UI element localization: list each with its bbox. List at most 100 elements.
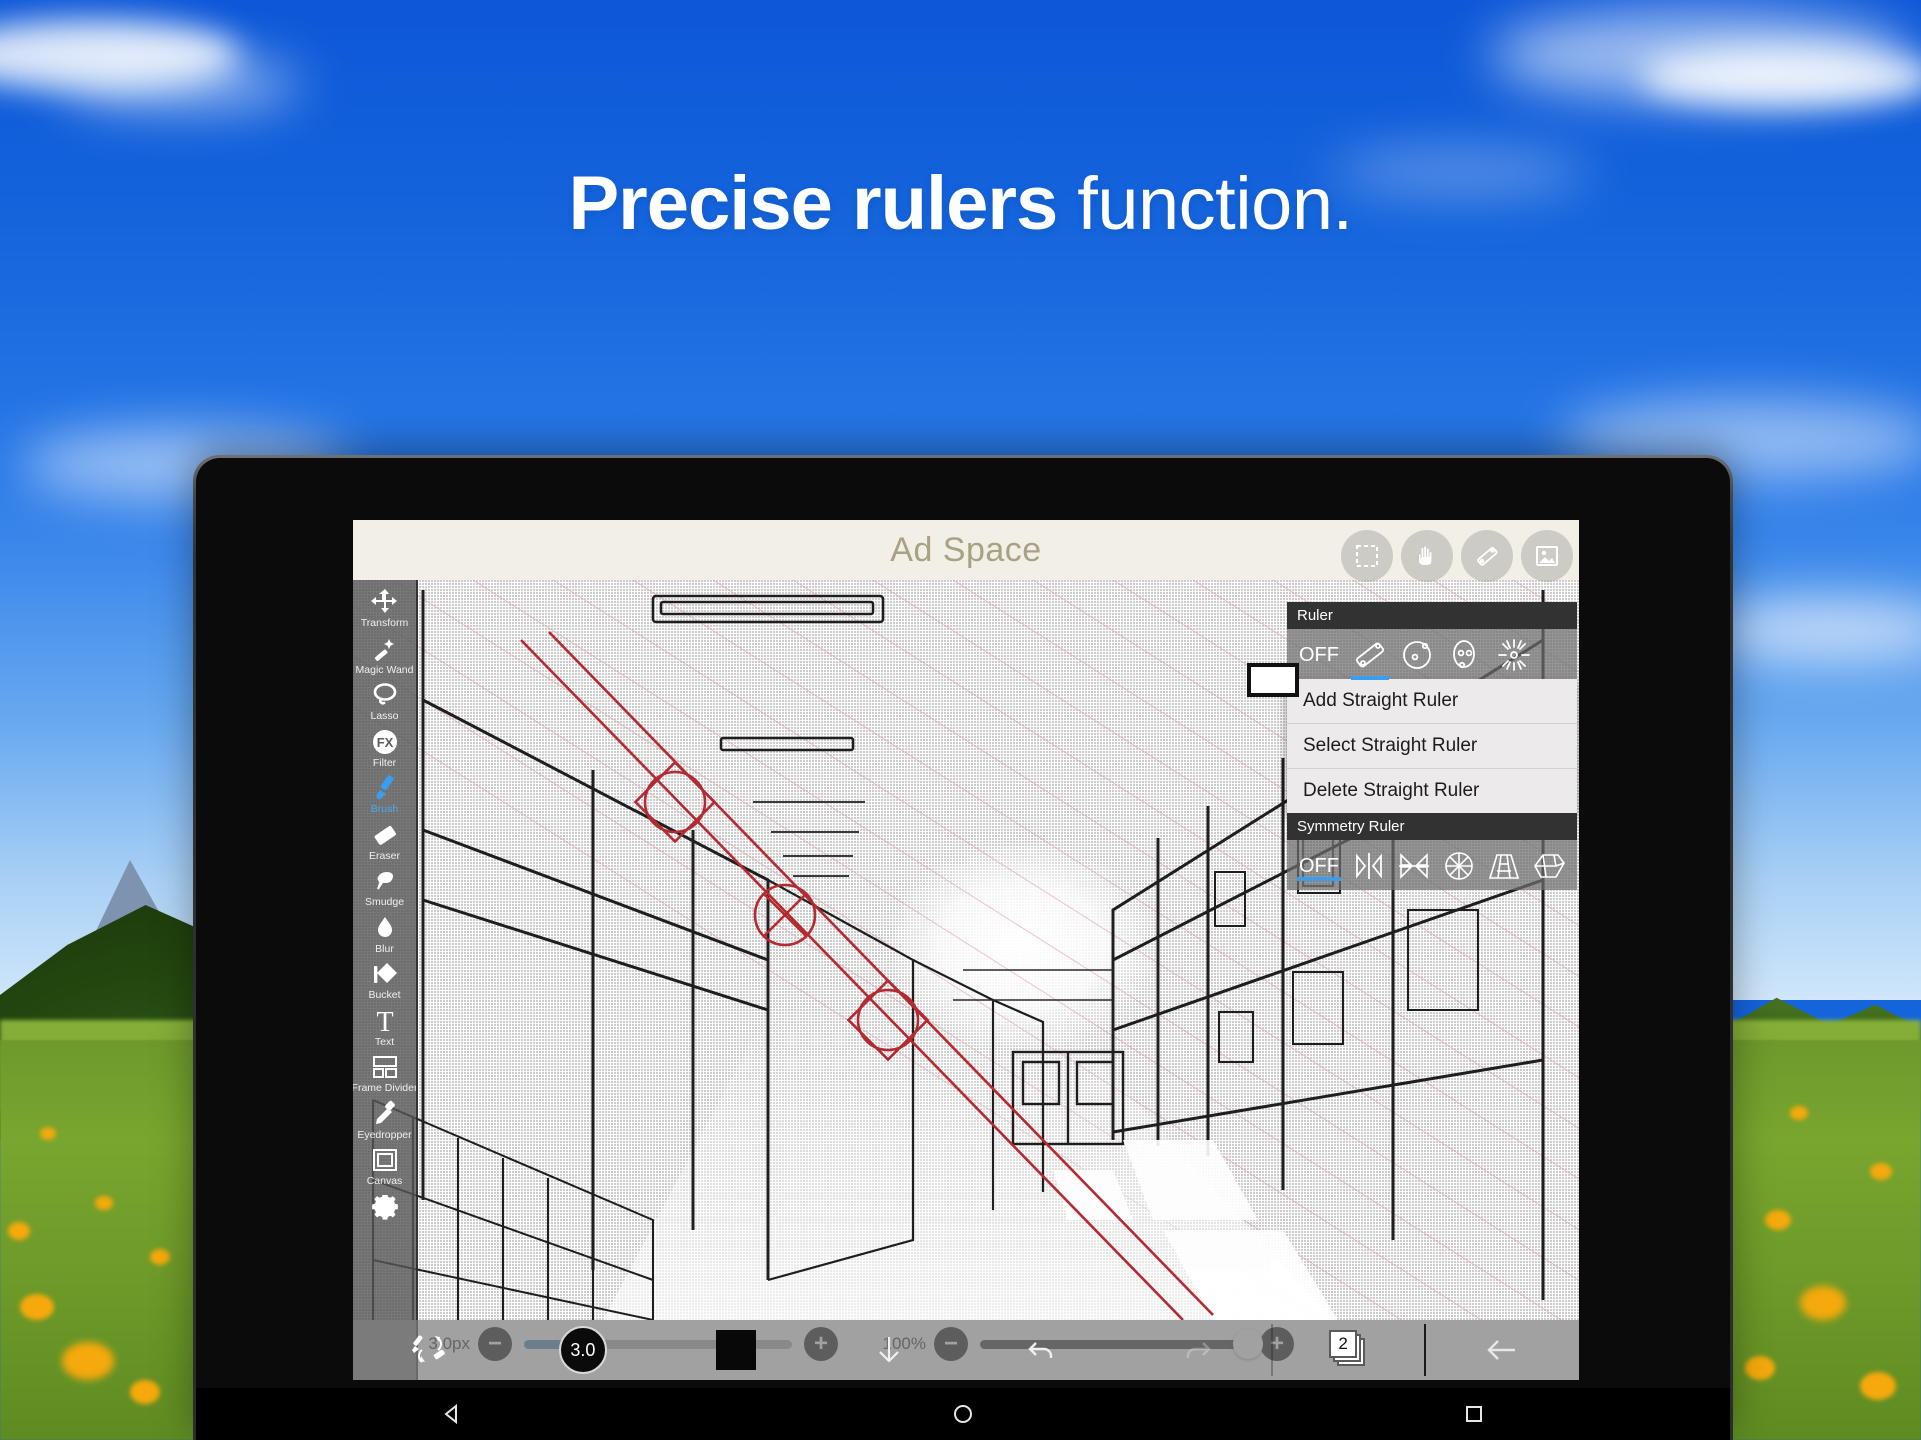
menu-item-select-straight-ruler[interactable]: Select Straight Ruler [1287, 724, 1577, 769]
sidebar-item-eraser[interactable]: Eraser [353, 818, 416, 865]
device-screen: Ad Space Transform Magic Wand Lasso FX F… [353, 520, 1579, 1380]
sidebar-item-label: Filter [372, 756, 397, 769]
flower [20, 1294, 54, 1320]
flower [8, 1222, 30, 1240]
layers-button[interactable]: 2 [1273, 1320, 1427, 1380]
sidebar-item-label: Bucket [368, 989, 401, 1001]
back-button[interactable] [1426, 1320, 1579, 1380]
sidebar-item-lasso[interactable]: Lasso [353, 678, 416, 725]
droplet-icon [370, 913, 400, 943]
paint-bucket-icon [370, 959, 400, 989]
ad-label: Ad Space [890, 530, 1042, 569]
selection-icon[interactable] [1341, 530, 1393, 582]
brush-eraser-swap-button[interactable] [353, 1320, 506, 1380]
image-icon[interactable] [1521, 530, 1573, 582]
eraser-icon [370, 820, 400, 850]
sidebar-item-label: Frame Divider [353, 1082, 418, 1094]
move-arrows-icon [370, 587, 400, 617]
ruler-panel[interactable]: Ruler OFF Add Straight Ruler Select Stra… [1247, 602, 1577, 890]
headline-light: function. [1057, 162, 1353, 245]
ruler-context-menu[interactable]: Add Straight Ruler Select Straight Ruler… [1287, 679, 1577, 813]
nav-home-icon[interactable] [918, 1402, 1008, 1426]
sidebar-item-smudge[interactable]: Smudge [353, 864, 416, 911]
sidebar-item-label: Lasso [370, 710, 399, 722]
flower [1860, 1372, 1896, 1400]
sidebar-item-label: Smudge [364, 896, 405, 908]
mirror-quad-icon[interactable] [1392, 844, 1435, 888]
brush-size-badge: 3.0 [558, 1326, 607, 1374]
ellipse-ruler-icon[interactable] [1443, 633, 1489, 677]
text-t-icon: T [370, 1006, 400, 1036]
sidebar-item-eyedropper[interactable]: Eyedropper [353, 1097, 416, 1144]
nav-recents-icon[interactable] [1429, 1403, 1519, 1425]
bottom-toolbar[interactable]: 3.0 2 [353, 1320, 1579, 1380]
ruler-off-button[interactable]: OFF [1293, 644, 1345, 667]
layers-count: 2 [1329, 1330, 1358, 1358]
sidebar-item-filter[interactable]: FX Filter [353, 725, 416, 772]
sidebar-item-magic-wand[interactable]: Magic Wand [353, 632, 416, 679]
sidebar-item-label: Transform [360, 617, 409, 629]
canvas-square-icon [370, 1145, 400, 1175]
redo-button[interactable] [1119, 1320, 1273, 1380]
tablet-device: Ad Space Transform Magic Wand Lasso FX F… [193, 455, 1733, 1440]
sidebar-item-brush[interactable]: Brush [353, 771, 416, 818]
tablet-bezel: Ad Space Transform Magic Wand Lasso FX F… [196, 458, 1730, 1440]
nav-back-icon[interactable] [407, 1402, 497, 1426]
canvas-top-toolbar[interactable] [1341, 530, 1573, 582]
flower [1745, 1356, 1775, 1380]
flower [1870, 1163, 1892, 1180]
selected-ruler-highlight [1247, 663, 1299, 697]
sidebar-item-label: Text [374, 1035, 395, 1048]
ruler-icon[interactable] [1461, 530, 1513, 582]
menu-item-add-straight-ruler[interactable]: Add Straight Ruler [1287, 679, 1577, 724]
flower [62, 1342, 114, 1380]
cloud [1640, 48, 1921, 106]
sidebar-item-blur[interactable]: Blur [353, 911, 416, 958]
symmetry-off-button[interactable]: OFF [1293, 855, 1345, 881]
ruler-panel-title: Ruler [1287, 602, 1577, 629]
ruler-mode-row[interactable]: OFF [1247, 629, 1577, 697]
sidebar-item-label: Eyedropper [357, 1128, 412, 1141]
page-title: Precise rulers function. [0, 160, 1921, 247]
sidebar-item-label: Magic Wand [355, 663, 414, 676]
circle-ruler-icon[interactable] [1395, 633, 1441, 677]
perspective-2pt-icon[interactable] [1528, 844, 1571, 888]
symmetry-mode-row[interactable]: OFF [1287, 840, 1577, 890]
flower [1765, 1210, 1791, 1230]
sidebar-item-label: Canvas [366, 1175, 403, 1187]
flower [150, 1249, 170, 1265]
sidebar-item-frame-divider[interactable]: Frame Divider [353, 1050, 418, 1097]
sidebar-item-canvas[interactable]: Canvas [353, 1143, 416, 1190]
lasso-icon [370, 680, 400, 710]
sidebar-item-settings[interactable] [353, 1193, 416, 1228]
flower [40, 1127, 56, 1140]
headline-bold: Precise rulers [568, 161, 1058, 246]
brush-icon [370, 773, 400, 803]
fx-icon: FX [370, 727, 400, 757]
flower [1790, 1106, 1808, 1120]
sidebar-item-label: Brush [370, 803, 399, 815]
undo-button[interactable] [966, 1320, 1119, 1380]
hand-gesture-icon[interactable] [1401, 530, 1453, 582]
svg-text:T: T [376, 1007, 393, 1035]
radial-ruler-icon[interactable] [1491, 633, 1537, 677]
menu-item-delete-straight-ruler[interactable]: Delete Straight Ruler [1287, 769, 1577, 813]
sidebar-item-label: Eraser [369, 849, 400, 862]
symmetry-ruler-title: Symmetry Ruler [1287, 813, 1577, 840]
sidebar-item-transform[interactable]: Transform [353, 585, 416, 632]
cloud [60, 60, 300, 108]
android-navigation-bar[interactable] [196, 1388, 1730, 1440]
download-button[interactable] [813, 1320, 966, 1380]
color-swatch-button[interactable] [660, 1320, 813, 1380]
sidebar-item-bucket[interactable]: Bucket [353, 957, 416, 1004]
straight-ruler-icon[interactable] [1347, 633, 1393, 680]
radial-symmetry-icon[interactable] [1437, 844, 1480, 888]
perspective-1pt-icon[interactable] [1483, 844, 1526, 888]
flower [1800, 1286, 1846, 1320]
tool-sidebar[interactable]: Transform Magic Wand Lasso FX Filter Bru… [353, 580, 418, 1380]
sidebar-item-text[interactable]: T Text [353, 1004, 416, 1051]
brush-size-button[interactable]: 3.0 [506, 1320, 659, 1380]
mirror-vertical-icon[interactable] [1347, 844, 1390, 888]
color-swatch [716, 1330, 757, 1370]
frame-divider-icon [370, 1052, 400, 1082]
